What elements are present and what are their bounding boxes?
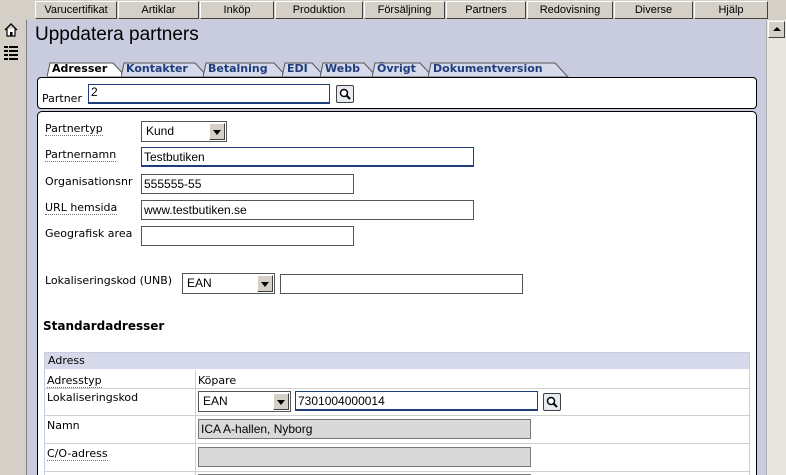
tab-ovrigt[interactable]: Övrigt: [372, 62, 434, 77]
partner-label: Partner: [42, 92, 82, 105]
address-form-panel: Partnertyp Kund Partnernamn Testbutiken …: [37, 111, 757, 475]
menu-partners[interactable]: Partners: [446, 1, 526, 19]
namn-field: ICA A-hallen, Nyborg: [198, 419, 531, 439]
menu-produktion[interactable]: Produktion: [275, 1, 363, 19]
menu-varucertifikat[interactable]: Varucertifikat: [35, 1, 117, 19]
address-lookup-button[interactable]: [543, 393, 561, 411]
address-lok-type-select[interactable]: EAN: [198, 391, 291, 412]
partner-input[interactable]: 2: [88, 84, 330, 104]
address-lok-field[interactable]: 7301004000014: [295, 391, 538, 411]
partnernamn-label: Partnernamn: [45, 148, 117, 162]
content-area: Uppdatera partners Adresser Kontakter Be…: [26, 20, 766, 475]
geo-field[interactable]: [141, 226, 354, 246]
lokaliseringskod-unb-field[interactable]: [280, 274, 523, 294]
tab-strip: Adresser Kontakter Betalning EDI Webb Öv…: [47, 62, 607, 78]
chevron-down-icon: [209, 123, 225, 140]
magnifier-icon: [546, 396, 558, 408]
adresstyp-value: Köpare: [198, 374, 237, 387]
orgnr-label: Organisationsnr: [45, 175, 133, 188]
top-menu-bar: Varucertifikat Artiklar Inköp Produktion…: [0, 0, 786, 20]
vertical-scrollbar[interactable]: [766, 20, 786, 475]
address-table: Adress Adresstyp Köpare Lokaliseringskod…: [44, 352, 750, 475]
partner-lookup-button[interactable]: [336, 85, 354, 103]
address-table-header: Adress: [45, 353, 749, 369]
namn-label: Namn: [47, 419, 80, 432]
tab-dokumentversion[interactable]: Dokumentversion: [428, 62, 569, 77]
tab-webb[interactable]: Webb: [320, 62, 378, 77]
magnifier-icon: [339, 88, 351, 100]
geo-label: Geografisk area: [45, 227, 133, 240]
standardadresser-heading: Standardadresser: [43, 319, 165, 333]
chevron-down-icon: [273, 393, 289, 410]
list-icon[interactable]: [3, 44, 19, 60]
chevron-down-icon: [257, 275, 273, 292]
home-icon[interactable]: [3, 22, 19, 38]
menu-redovisning[interactable]: Redovisning: [527, 1, 613, 19]
left-toolbar: [0, 20, 24, 475]
co-adress-label: C/O-adress: [47, 447, 108, 461]
page-title: Uppdatera partners: [35, 24, 199, 45]
adresstyp-label: Adresstyp: [47, 374, 102, 388]
scroll-up-button[interactable]: [768, 21, 785, 38]
url-field[interactable]: www.testbutiken.se: [141, 200, 474, 220]
menu-diverse[interactable]: Diverse: [614, 1, 693, 19]
menu-inkop[interactable]: Inköp: [200, 1, 274, 19]
menu-artiklar[interactable]: Artiklar: [118, 1, 199, 19]
tab-adresser[interactable]: Adresser: [47, 62, 127, 77]
co-adress-field: [198, 447, 531, 467]
tab-kontakter[interactable]: Kontakter: [121, 62, 209, 77]
partner-selector: Partner 2: [37, 77, 757, 109]
lokaliseringskod-unb-label: Lokaliseringskod (UNB): [45, 274, 173, 287]
partnernamn-field[interactable]: Testbutiken: [141, 147, 474, 167]
menu-hjalp[interactable]: Hjälp: [694, 1, 768, 19]
partnertyp-label: Partnertyp: [45, 122, 103, 136]
orgnr-field[interactable]: 555555-55: [141, 174, 354, 194]
tab-betalning[interactable]: Betalning: [203, 62, 288, 77]
lokaliseringskod-type-select[interactable]: EAN: [182, 273, 275, 294]
url-label: URL hemsida: [45, 201, 118, 215]
menu-forsaljning[interactable]: Försäljning: [364, 1, 445, 19]
partnertyp-select[interactable]: Kund: [141, 121, 227, 142]
lokaliseringskod-label: Lokaliseringskod: [47, 391, 139, 404]
